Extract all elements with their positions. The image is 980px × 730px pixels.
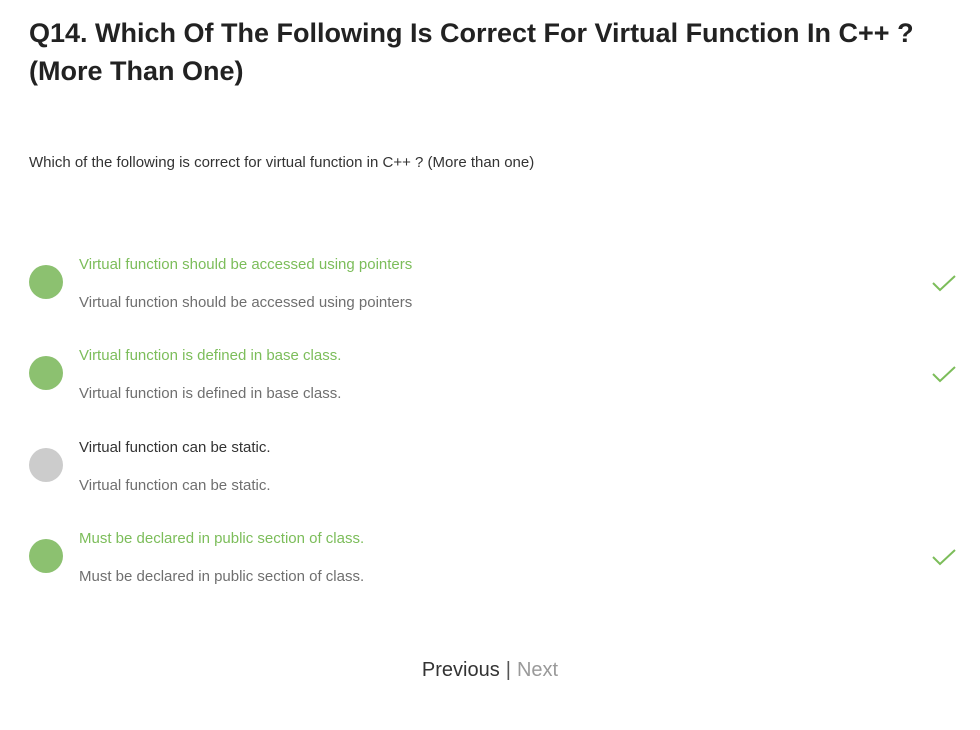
checkmark-icon [932,275,956,292]
option-indicator-icon [29,265,63,299]
option-2[interactable]: Virtual function is defined in base clas… [0,347,980,436]
option-description: Must be declared in public section of cl… [79,568,365,585]
question-title: Q14. Which Of The Following Is Correct F… [29,18,914,86]
quiz-page: Q14. Which Of The Following Is Correct F… [0,0,980,730]
option-1[interactable]: Virtual function should be accessed usin… [0,256,980,345]
option-label: Virtual function can be static. [79,439,271,456]
option-label: Virtual function is defined in base clas… [79,347,342,364]
option-label: Must be declared in public section of cl… [79,530,365,547]
option-label: Virtual function should be accessed usin… [79,256,413,273]
option-indicator-icon [29,448,63,482]
checkmark-icon [932,549,956,566]
option-3[interactable]: Virtual function can be static. Virtual … [0,439,980,528]
question-text: Which of the following is correct for vi… [29,154,535,171]
option-description: Virtual function is defined in base clas… [79,385,342,402]
option-description: Virtual function can be static. [79,477,271,494]
previous-button[interactable]: Previous [422,659,500,681]
option-4[interactable]: Must be declared in public section of cl… [0,530,980,619]
pagination: Previous | Next [0,657,980,683]
option-description: Virtual function should be accessed usin… [79,294,413,311]
checkmark-icon [932,366,956,383]
option-indicator-icon [29,539,63,573]
next-button[interactable]: Next [517,659,558,681]
option-indicator-icon [29,356,63,390]
pager-separator: | [505,659,511,681]
